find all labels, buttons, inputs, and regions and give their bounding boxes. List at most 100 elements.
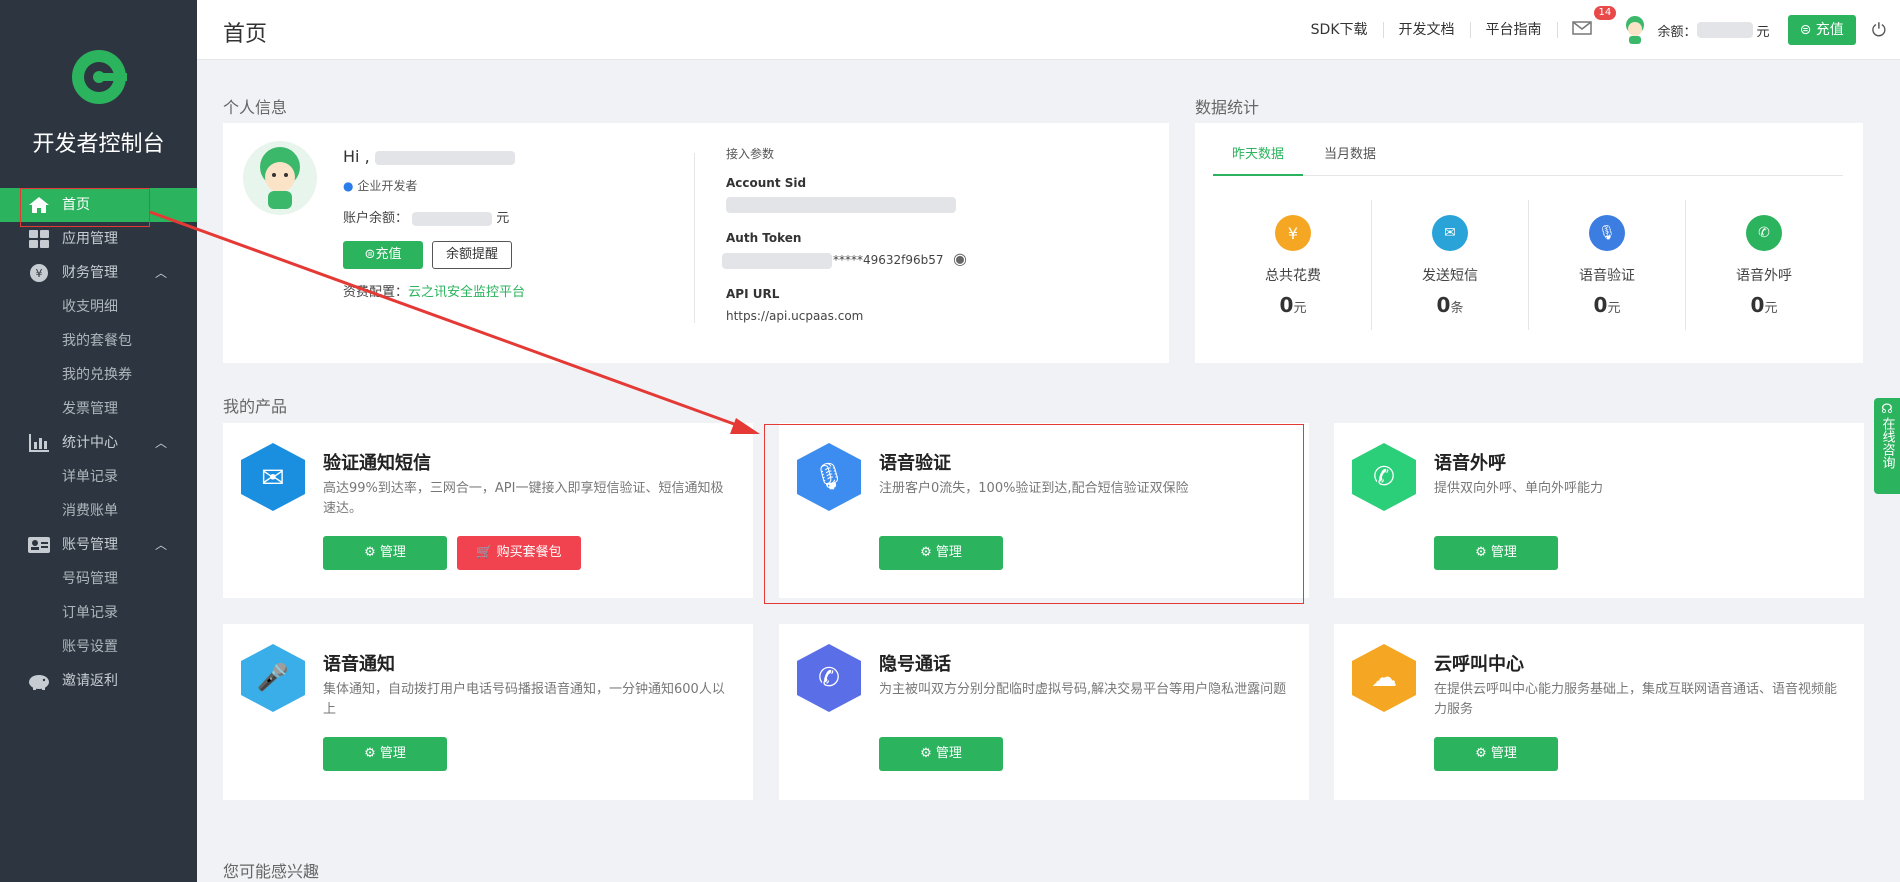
sidebar-subitem[interactable]: 发票管理 <box>0 392 197 426</box>
highlight-box <box>764 424 1304 604</box>
sidebar-item-label: 邀请返利 <box>62 673 118 689</box>
sidebar-item-account[interactable]: 账号管理 ︿ <box>0 528 197 562</box>
brand-title: 开发者控制台 <box>32 132 165 157</box>
headset-icon: ☊ <box>1881 402 1893 417</box>
mail-icon: ✉ <box>1432 215 1468 251</box>
manage-button[interactable]: ⚙ 管理 <box>323 536 447 570</box>
divider <box>1528 200 1529 330</box>
sid-value-redacted <box>726 197 956 213</box>
microphone-icon: 🎙 <box>1589 215 1625 251</box>
manage-button[interactable]: ⚙ 管理 <box>879 737 1003 771</box>
sidebar-item-label: 财务管理 <box>62 265 118 281</box>
section-title-interest: 您可能感兴趣 <box>223 862 320 881</box>
sidebar-item-label: 应用管理 <box>62 231 118 247</box>
product-name: 语音外呼 <box>1434 453 1506 474</box>
logo-icon <box>71 50 127 104</box>
sid-label: Account Sid <box>726 176 807 190</box>
section-title-personal: 个人信息 <box>223 98 288 117</box>
config-link[interactable]: 云之讯安全监控平台 <box>408 285 525 300</box>
dev-type-label: 企业开发者 <box>357 179 418 193</box>
sidebar-subitem[interactable]: 详单记录 <box>0 460 197 494</box>
cloud-phone-icon: ☁ <box>1352 644 1416 712</box>
platform-guide-link[interactable]: 平台指南 <box>1471 22 1558 38</box>
config-label: 资费配置： <box>343 285 409 300</box>
product-desc: 提供双向外呼、单向外呼能力 <box>1434 481 1604 496</box>
product-name: 验证通知短信 <box>323 453 431 474</box>
cart-icon: 🛒 <box>476 545 493 560</box>
mail-badge: 14 <box>1593 6 1617 20</box>
divider <box>1685 200 1686 330</box>
sidebar-item-label: 统计中心 <box>62 435 118 451</box>
product-desc: 集体通知，自动拨打用户电话号码播报语音通知，一分钟通知600人以上 <box>323 682 725 717</box>
product-card-privacy-call: ✆ 隐号通话 为主被叫双方分别分配临时虚拟号码,解决交易平台等用户隐私泄露问题 … <box>779 624 1309 800</box>
sidebar-subitem[interactable]: 消费账单 <box>0 494 197 528</box>
manage-label: 管理 <box>379 545 406 560</box>
sidebar-item-apps[interactable]: 应用管理 <box>0 222 197 256</box>
manage-label: 管理 <box>379 746 406 761</box>
balance-value-redacted <box>1696 22 1753 38</box>
section-title-stats: 数据统计 <box>1195 98 1260 117</box>
sidebar-item-label: 账号管理 <box>62 537 118 553</box>
online-consult-button[interactable]: ☊ 在线咨询 <box>1874 398 1900 494</box>
sidebar-item-stats[interactable]: 统计中心 ︿ <box>0 426 197 460</box>
microphone-icon: 🎤 <box>241 644 305 712</box>
sidebar-subitem[interactable]: 订单记录 <box>0 596 197 630</box>
personal-info-card: Hi , ● 企业开发者 账户余额： 元 ⊜充值 余额提醒 资费配置：云之讯安全… <box>223 123 1169 363</box>
console-app: 开发者控制台 首页 应用管理 ¥ 财务管理 ︿ 收支明细 我的套餐包 我的兑换券… <box>0 0 1900 882</box>
stat-value: 0元 <box>1532 293 1682 317</box>
avatar[interactable] <box>1620 15 1650 45</box>
manage-button[interactable]: ⚙ 管理 <box>1434 536 1558 570</box>
apps-icon <box>29 230 49 248</box>
eye-icon[interactable]: ◉ <box>953 249 967 268</box>
product-card-voice-outbound: ✆ 语音外呼 提供双向外呼、单向外呼能力 ⚙ 管理 <box>1334 423 1864 598</box>
sidebar-subitem[interactable]: 收支明细 <box>0 290 197 324</box>
account-balance: 账户余额： 元 <box>343 207 509 226</box>
envelope-icon: ✉ <box>241 443 305 511</box>
sidebar-item-rebate[interactable]: 邀请返利 <box>0 664 197 698</box>
sidebar-item-finance[interactable]: ¥ 财务管理 ︿ <box>0 256 197 290</box>
product-desc: 高达99%到达率，三网合一，API一键接入即享短信验证、短信通知极速达。 <box>323 481 724 516</box>
manage-label: 管理 <box>1490 746 1517 761</box>
product-desc: 在提供云呼叫中心能力服务基础上，集成互联网语音通话、语音视频能力服务 <box>1434 682 1838 717</box>
greeting: Hi , <box>343 147 515 166</box>
recharge-button[interactable]: ⊜ 充值 <box>1787 15 1856 45</box>
tab-underline <box>1213 175 1843 176</box>
sdk-download-link[interactable]: SDK下载 <box>1296 22 1384 38</box>
buy-package-button[interactable]: 🛒 购买套餐包 <box>457 536 581 570</box>
sidebar-subitem[interactable]: 我的兑换券 <box>0 358 197 392</box>
stat-label: 发送短信 <box>1422 268 1478 284</box>
sidebar-subitem[interactable]: 账号设置 <box>0 630 197 664</box>
balance-unit: 元 <box>1756 24 1770 40</box>
logo <box>0 48 197 110</box>
dev-docs-link[interactable]: 开发文档 <box>1384 22 1471 38</box>
yen-circle-icon: ⊜ <box>364 247 376 262</box>
product-card-voice-notify: 🎤 语音通知 集体通知，自动拨打用户电话号码播报语音通知，一分钟通知600人以上… <box>223 624 753 800</box>
bar-chart-icon <box>29 434 49 452</box>
phone-transfer-icon: ✆ <box>1352 443 1416 511</box>
balance-reminder-button[interactable]: 余额提醒 <box>432 241 512 269</box>
tab-yesterday[interactable]: 昨天数据 <box>1213 143 1303 176</box>
id-card-icon <box>28 537 50 553</box>
yen-icon: ¥ <box>30 264 48 282</box>
stat-number: 0 <box>1436 293 1451 317</box>
stat-total-cost: ¥ 总共花费 0元 <box>1218 215 1368 317</box>
phone-icon: ✆ <box>1746 215 1782 251</box>
params-title: 接入参数 <box>726 147 775 161</box>
manage-button[interactable]: ⚙ 管理 <box>1434 737 1558 771</box>
stat-number: 0 <box>1750 293 1765 317</box>
gear-icon: ⚙ <box>364 545 376 560</box>
sidebar-subitem[interactable]: 号码管理 <box>0 562 197 596</box>
manage-button[interactable]: ⚙ 管理 <box>323 737 447 771</box>
top-links: SDK下载 开发文档 平台指南 14 余额： 元 ⊜ 充值 ⏻ <box>1296 0 1900 60</box>
sidebar-subitem[interactable]: 我的套餐包 <box>0 324 197 358</box>
tab-month[interactable]: 当月数据 <box>1315 143 1385 162</box>
stat-unit: 元 <box>1293 301 1307 316</box>
dev-type: ● 企业开发者 <box>343 177 417 194</box>
product-name: 隐号通话 <box>879 654 951 675</box>
recharge-button[interactable]: ⊜充值 <box>343 241 423 269</box>
greeting-text: Hi , <box>343 147 370 166</box>
sidebar-menu: 首页 应用管理 ¥ 财务管理 ︿ 收支明细 我的套餐包 我的兑换券 发票管理 统… <box>0 188 197 698</box>
power-icon[interactable]: ⏻ <box>1872 20 1886 41</box>
mail-button[interactable]: 14 <box>1571 6 1617 40</box>
chevron-up-icon: ︿ <box>154 266 167 280</box>
